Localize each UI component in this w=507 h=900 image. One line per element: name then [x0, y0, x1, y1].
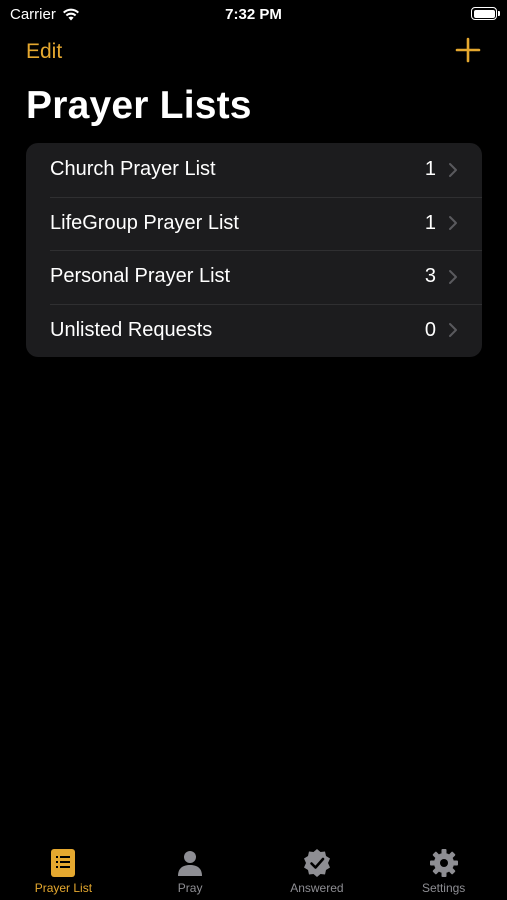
status-time: 7:32 PM [225, 6, 282, 23]
tab-label: Answered [290, 881, 344, 895]
list-item-personal[interactable]: Personal Prayer List 3 [26, 250, 482, 304]
plus-icon[interactable] [455, 37, 481, 63]
list-item-label: Church Prayer List [50, 158, 216, 181]
list-item-label: Unlisted Requests [50, 318, 213, 341]
checkmark-seal-icon [303, 849, 330, 877]
chevron-right-icon [449, 162, 457, 177]
list-item-count: 1 [424, 211, 436, 234]
list-icon [51, 849, 76, 877]
list-item-count: 1 [424, 158, 436, 181]
status-bar: Carrier 7:32 PM [0, 0, 507, 30]
person-icon [178, 851, 203, 876]
chevron-right-icon [449, 216, 457, 231]
list-item-count: 3 [424, 265, 436, 288]
gear-icon [429, 849, 458, 877]
prayer-lists-card: Church Prayer List 1 LifeGroup Prayer Li… [26, 143, 482, 357]
page-title: Prayer Lists [26, 84, 252, 127]
tab-label: Settings [421, 881, 466, 895]
chevron-right-icon [449, 269, 457, 284]
battery-icon [471, 7, 500, 20]
tab-label: Pray [177, 881, 203, 895]
list-item-label: LifeGroup Prayer List [50, 211, 239, 234]
list-item-lifegroup[interactable]: LifeGroup Prayer List 1 [26, 196, 482, 251]
tab-answered[interactable]: Answered [254, 840, 381, 900]
tab-settings[interactable]: Settings [380, 840, 507, 900]
list-item-unlisted[interactable]: Unlisted Requests 0 [26, 303, 482, 358]
tab-label: Prayer List [34, 881, 93, 895]
tab-prayer-list[interactable]: Prayer List [0, 840, 127, 900]
list-item-count: 0 [424, 318, 436, 341]
list-item-label: Personal Prayer List [50, 265, 231, 288]
chevron-right-icon [449, 323, 457, 338]
tab-bar: Prayer List Pray Answered Settings [0, 840, 507, 900]
tab-pray[interactable]: Pray [127, 840, 254, 900]
edit-button[interactable]: Edit [26, 40, 62, 64]
list-item-church[interactable]: Church Prayer List 1 [26, 143, 482, 197]
